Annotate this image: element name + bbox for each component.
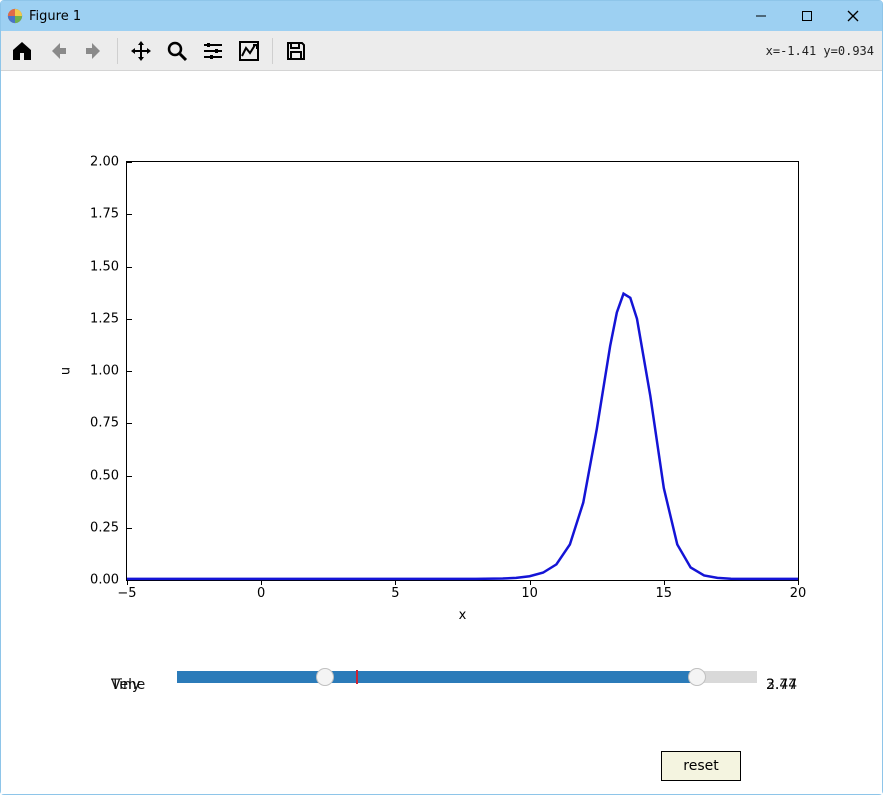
sliders: Time Vely 3.74 2.47 <box>111 665 811 689</box>
slider-thumb-1[interactable] <box>316 668 334 686</box>
slider-mark <box>356 670 358 684</box>
configure-icon[interactable] <box>196 34 230 68</box>
axes-icon[interactable] <box>232 34 266 68</box>
window-title: Figure 1 <box>29 9 81 24</box>
app-icon <box>7 8 23 24</box>
ytick-label: 1.75 <box>90 207 127 222</box>
window-titlebar: Figure 1 <box>1 1 882 31</box>
minimize-button[interactable] <box>738 1 784 31</box>
home-icon[interactable] <box>5 34 39 68</box>
toolbar: x=-1.41 y=0.934 <box>1 31 882 71</box>
cursor-coords: x=-1.41 y=0.934 <box>766 44 878 58</box>
back-icon[interactable] <box>41 34 75 68</box>
ytick-label: 1.25 <box>90 311 127 326</box>
reset-button[interactable]: reset <box>661 751 741 781</box>
maximize-button[interactable] <box>784 1 830 31</box>
slider-track[interactable] <box>177 671 757 683</box>
figure-canvas: 0.00 0.25 0.50 0.75 1.00 1.25 1.50 1.75 … <box>1 71 882 794</box>
close-button[interactable] <box>830 1 876 31</box>
ytick-label: 2.00 <box>90 155 127 170</box>
plot-axes[interactable]: 0.00 0.25 0.50 0.75 1.00 1.25 1.50 1.75 … <box>126 161 799 581</box>
slider-label-vely: Vely <box>111 677 140 693</box>
line-series <box>127 162 798 580</box>
pan-icon[interactable] <box>124 34 158 68</box>
ytick-label: 1.50 <box>90 259 127 274</box>
reset-button-label: reset <box>683 758 718 774</box>
ytick-label: 0.50 <box>90 468 127 483</box>
y-axis-label: u <box>59 367 74 375</box>
slider-fill <box>177 671 697 683</box>
slider-thumb-2[interactable] <box>688 668 706 686</box>
zoom-icon[interactable] <box>160 34 194 68</box>
forward-icon[interactable] <box>77 34 111 68</box>
ytick-label: 1.00 <box>90 364 127 379</box>
save-icon[interactable] <box>279 34 313 68</box>
slider-value-2: 2.47 <box>766 677 797 693</box>
x-axis-label: x <box>459 608 467 623</box>
ytick-label: 0.75 <box>90 416 127 431</box>
ytick-label: 0.25 <box>90 520 127 535</box>
